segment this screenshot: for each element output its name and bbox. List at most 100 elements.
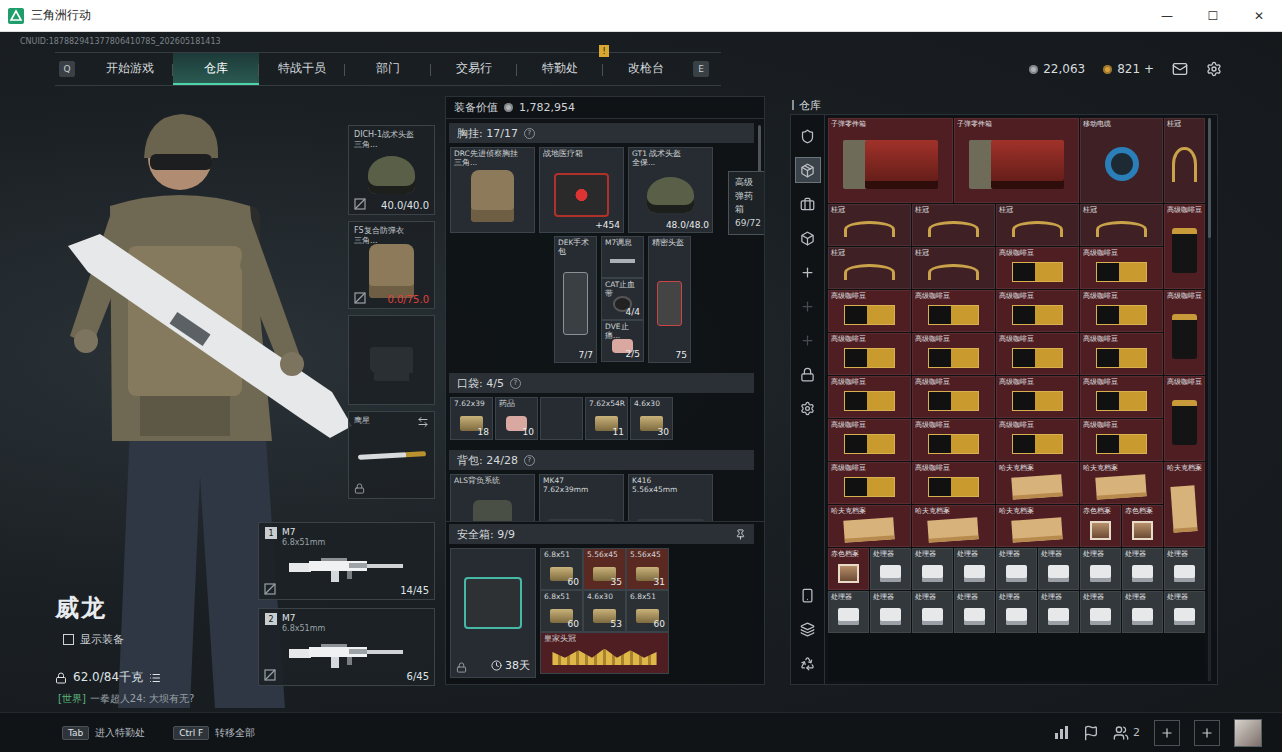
item-cell[interactable]: 精密头盔75	[648, 236, 691, 363]
help-mark[interactable]: ?	[524, 128, 535, 139]
warehouse-item[interactable]: 桂冠	[828, 247, 911, 289]
window-control-button[interactable]: ✕	[1236, 0, 1282, 31]
warehouse-item[interactable]: 高级咖啡豆	[1080, 419, 1163, 461]
warehouse-item[interactable]: 哈夫克档案	[828, 505, 911, 547]
add-button[interactable]	[1194, 720, 1220, 746]
warehouse-item[interactable]: 桂冠	[912, 204, 995, 246]
nav-tab[interactable]: 交易行	[431, 53, 517, 85]
item-cell[interactable]: 6.8x5160	[540, 548, 583, 590]
item-cell[interactable]: 战地医疗箱+454	[539, 147, 624, 233]
warehouse-item[interactable]: 处理器	[1080, 548, 1121, 590]
scrollbar[interactable]	[1208, 118, 1211, 681]
warehouse-item[interactable]: 子弹零件箱	[828, 118, 953, 203]
add-button[interactable]	[1154, 720, 1180, 746]
warehouse-item[interactable]: 哈夫克档案	[1080, 462, 1163, 504]
nav-tab[interactable]: 改枪台	[603, 53, 689, 85]
warehouse-item[interactable]: 处理器	[954, 548, 995, 590]
sidebar-button[interactable]	[795, 157, 821, 183]
armor-slot[interactable]: FS复合防弹衣三角...0.0/75.0	[348, 221, 435, 309]
sidebar-button[interactable]	[795, 395, 821, 421]
friends-button[interactable]: 2	[1113, 725, 1140, 741]
nav-tab[interactable]: 仓库	[173, 53, 259, 85]
key-hint[interactable]: Ctrl F转移全部	[173, 726, 255, 740]
warehouse-item[interactable]: 高级咖啡豆	[828, 462, 911, 504]
item-cell[interactable]: DRC先进侦察胸挂三角...	[450, 147, 535, 233]
warehouse-item[interactable]: 处理器	[1164, 591, 1205, 633]
mail-icon[interactable]	[1172, 61, 1188, 77]
warehouse-item[interactable]: 赤色档案	[828, 548, 869, 590]
nav-key-hint[interactable]: E	[693, 61, 709, 77]
item-cell[interactable]: M7调息	[601, 236, 644, 278]
warehouse-item[interactable]: 高级咖啡豆	[828, 333, 911, 375]
item-cell[interactable]: 7.62x54R11	[585, 397, 628, 440]
warehouse-item[interactable]: 处理器	[954, 591, 995, 633]
warehouse-item[interactable]: 桂冠	[996, 204, 1079, 246]
window-control-button[interactable]: ☐	[1190, 0, 1236, 31]
warehouse-item[interactable]: 高级咖啡豆	[1080, 247, 1163, 289]
warehouse-item[interactable]: 高级咖啡豆	[912, 419, 995, 461]
item-cell[interactable]: 6.8x5160	[626, 590, 669, 632]
warehouse-item[interactable]: 高级咖啡豆	[1164, 204, 1205, 289]
item-cell[interactable]: MK477.62x39mm	[539, 474, 624, 521]
help-mark[interactable]: ?	[524, 455, 535, 466]
pin-icon[interactable]	[735, 529, 746, 540]
warehouse-item[interactable]: 处理器	[870, 591, 911, 633]
sidebar-button[interactable]	[795, 259, 821, 285]
item-cell[interactable]: DVE止痛...2/5	[601, 320, 644, 362]
warehouse-item[interactable]: 高级咖啡豆	[996, 419, 1079, 461]
sidebar-button[interactable]	[795, 293, 821, 319]
window-control-button[interactable]: —	[1144, 0, 1190, 31]
sidebar-button[interactable]	[795, 225, 821, 251]
sidebar-button[interactable]	[795, 361, 821, 387]
warehouse-item[interactable]: 高级咖啡豆	[912, 290, 995, 332]
nav-tab[interactable]: 特战干员	[259, 53, 345, 85]
warehouse-item[interactable]: 桂冠	[828, 204, 911, 246]
player-avatar[interactable]	[1234, 719, 1262, 747]
warehouse-item[interactable]: 处理器	[828, 591, 869, 633]
help-mark[interactable]: ?	[510, 378, 521, 389]
warehouse-item[interactable]: 高级咖啡豆	[828, 376, 911, 418]
gear-icon[interactable]	[1206, 61, 1222, 77]
list-icon[interactable]	[149, 672, 161, 684]
item-cell[interactable]: 药品10	[495, 397, 538, 440]
item-cell[interactable]: GT1 战术头盔全保...48.0/48.0	[628, 147, 713, 233]
warehouse-item[interactable]: 哈夫克档案	[996, 462, 1079, 504]
warehouse-item[interactable]: 高级咖啡豆	[996, 290, 1079, 332]
warehouse-item[interactable]: 桂冠	[1164, 118, 1205, 203]
sidebar-button[interactable]	[795, 123, 821, 149]
warehouse-item[interactable]: 高级咖啡豆	[912, 376, 995, 418]
weapon-slot[interactable]: 1M76.8x51mm14/45	[258, 522, 435, 600]
warehouse-item[interactable]: 哈夫克档案	[912, 505, 995, 547]
show-gear-toggle[interactable]: 显示装备	[55, 632, 258, 647]
warehouse-item[interactable]: 高级咖啡豆	[912, 462, 995, 504]
chart-icon[interactable]	[1053, 725, 1069, 741]
nav-key-hint[interactable]: Q	[59, 61, 75, 77]
warehouse-item[interactable]: 处理器	[912, 548, 953, 590]
weapon-slot[interactable]: 2M76.8x51mm6/45	[258, 608, 435, 686]
warehouse-item[interactable]: 高级咖啡豆	[996, 247, 1079, 289]
item-cell[interactable]: 5.56x4531	[626, 548, 669, 590]
warehouse-item[interactable]: 处理器	[912, 591, 953, 633]
warehouse-item[interactable]: 高级咖啡豆	[1080, 333, 1163, 375]
warehouse-item[interactable]: 高级咖啡豆	[1164, 376, 1205, 461]
warehouse-item[interactable]: 处理器	[1038, 548, 1079, 590]
item-cell[interactable]: CAT止血带4/4	[601, 278, 644, 320]
nav-tab[interactable]: 部门	[345, 53, 431, 85]
safe-box-case[interactable]: 38天	[450, 548, 536, 678]
warehouse-item[interactable]: 高级咖啡豆	[996, 376, 1079, 418]
warehouse-item[interactable]: 处理器	[996, 548, 1037, 590]
warehouse-item[interactable]: 处理器	[1164, 548, 1205, 590]
sidebar-button[interactable]	[795, 327, 821, 353]
helmet-slot[interactable]: DICH-1战术头盔三角...40.0/40.0	[348, 125, 435, 215]
warehouse-item[interactable]: 桂冠	[912, 247, 995, 289]
nav-tab[interactable]: 特勤处!	[517, 53, 603, 85]
sidebar-button[interactable]	[795, 191, 821, 217]
warehouse-item[interactable]: 高级咖啡豆	[1080, 376, 1163, 418]
warehouse-item[interactable]: 赤色档案	[1122, 505, 1163, 547]
warehouse-item[interactable]: 赤色档案	[1080, 505, 1121, 547]
item-cell[interactable]: 7.62x3918	[450, 397, 493, 440]
item-cell[interactable]: DEK手术包7/7	[554, 236, 597, 363]
item-cell[interactable]	[540, 397, 583, 440]
swap-icon[interactable]	[417, 416, 429, 428]
warehouse-item[interactable]: 高级咖啡豆	[912, 333, 995, 375]
